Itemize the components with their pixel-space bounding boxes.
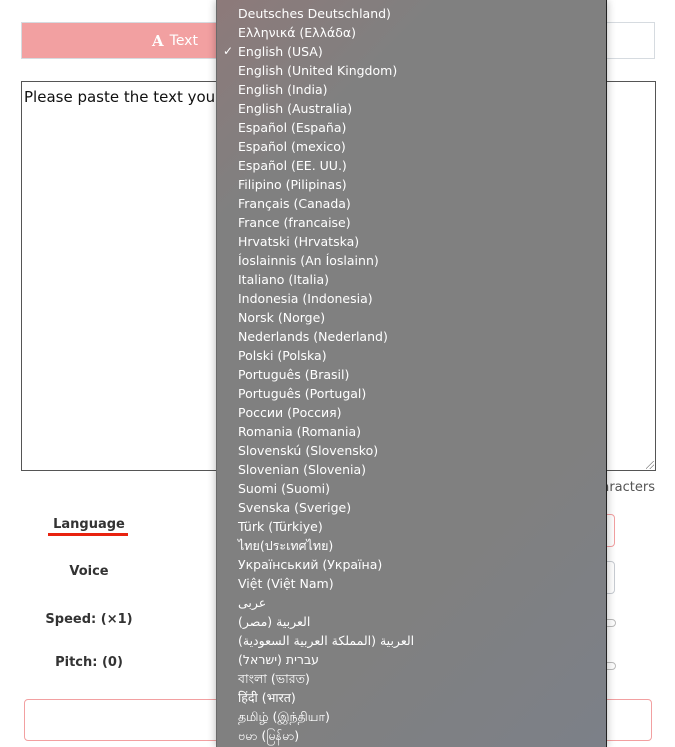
language-option[interactable]: عربى [217,593,606,612]
language-option[interactable]: ဗမာ (မြန်မာ) [217,726,606,745]
language-option-label: Hrvatski (Hrvatska) [238,234,360,249]
language-option[interactable]: Italiano (Italia) [217,270,606,289]
language-underline [48,533,128,536]
character-count: aracters [601,480,655,495]
language-option-label: English (Australia) [238,101,353,116]
checkmark-icon: ✓ [223,44,234,58]
language-option[interactable]: России (Россия) [217,403,606,422]
language-option[interactable]: English (United Kingdom) [217,61,606,80]
language-option[interactable]: Español (España) [217,118,606,137]
language-option[interactable]: Português (Brasil) [217,365,606,384]
language-option[interactable]: Ελληνικά (Ελλάδα) [217,23,606,42]
language-option[interactable]: Nederlands (Nederland) [217,327,606,346]
language-option[interactable]: ไทย(ประเทศไทย) [217,536,606,555]
language-option[interactable]: Norsk (Norge) [217,308,606,327]
language-option[interactable]: Indonesia (Indonesia) [217,289,606,308]
language-option[interactable]: Slovenian (Slovenia) [217,460,606,479]
text-icon: A [152,32,164,50]
language-option[interactable]: العربية (المملكة العربية السعودية) [217,631,606,650]
language-option-label: Deutsches Deutschland) [238,6,391,21]
language-option-label: हिंदी (भारत) [238,690,296,705]
pitch-label: Pitch: (0) [55,655,123,670]
language-option[interactable]: Íoslainnis (An Íoslainn) [217,251,606,270]
language-option[interactable]: Việt (Việt Nam) [217,574,606,593]
language-option-label: Filipino (Pilipinas) [238,177,347,192]
language-option-label: Svenska (Sverige) [238,500,352,515]
language-option[interactable]: Filipino (Pilipinas) [217,175,606,194]
language-option[interactable]: Romania (Romania) [217,422,606,441]
language-option-label: Slovenskú (Slovensko) [238,443,379,458]
language-option-label: English (India) [238,82,328,97]
language-option-label: العربية (مصر) [238,614,311,629]
language-option[interactable]: Suomi (Suomi) [217,479,606,498]
language-option[interactable]: English (Australia) [217,99,606,118]
language-option[interactable]: Slovenskú (Slovensko) [217,441,606,460]
language-option-label: Việt (Việt Nam) [238,576,334,591]
language-option[interactable]: العربية (مصر) [217,612,606,631]
language-option-label: Romania (Romania) [238,424,362,439]
text-input-placeholder: Please paste the text you w [24,88,233,106]
language-option-label: Français (Canada) [238,196,351,211]
language-option-label: Suomi (Suomi) [238,481,331,496]
language-option[interactable]: தமிழ் (இந்தியா) [217,707,606,726]
speed-label: Speed: (×1) [45,612,133,627]
language-option-label: عربى [238,595,267,610]
language-option[interactable]: Український (Україна) [217,555,606,574]
language-option[interactable]: Français (Canada) [217,194,606,213]
language-option[interactable]: Türk (Türkiye) [217,517,606,536]
language-option-label: Português (Portugal) [238,386,367,401]
tab-text-label: Text [169,33,198,49]
language-option-label: ไทย(ประเทศไทย) [238,538,334,553]
language-dropdown-menu[interactable]: Deutsches Deutschland) Ελληνικά (Ελλάδα) ✓… [216,0,607,747]
language-option-label: Український (Україна) [238,557,383,572]
language-option[interactable]: Polski (Polska) [217,346,606,365]
language-option[interactable]: France (francaise) [217,213,606,232]
language-option-label: தமிழ் (இந்தியா) [238,709,330,724]
language-option-label: Italiano (Italia) [238,272,330,287]
language-option-label: বাংলা (ভারত) [238,671,310,686]
language-option[interactable]: Español (mexico) [217,137,606,156]
language-option[interactable]: বাংলা (ভারত) [217,669,606,688]
language-option-label: English (United Kingdom) [238,63,398,78]
language-option-label: ဗမာ (မြန်မာ) [238,728,300,743]
voice-label: Voice [69,564,109,579]
language-option-label: English (USA) [238,44,323,59]
language-option-label: России (Россия) [238,405,342,420]
language-option-label: Türk (Türkiye) [238,519,323,534]
language-option-label: العربية (المملكة العربية السعودية) [238,633,415,648]
language-option[interactable]: עברית (ישראל) [217,650,606,669]
language-option-label: עברית (ישראל) [238,652,320,667]
language-option-label: Español (España) [238,120,347,135]
language-option[interactable]: ✓ English (USA) [217,42,606,61]
language-option-label: Íoslainnis (An Íoslainn) [238,253,379,268]
language-option-label: Português (Brasil) [238,367,350,382]
language-option[interactable]: Hrvatski (Hrvatska) [217,232,606,251]
language-option-label: Español (EE. UU.) [238,158,347,173]
language-option[interactable]: Deutsches Deutschland) [217,4,606,23]
resize-handle[interactable] [646,461,654,469]
language-option[interactable]: Português (Portugal) [217,384,606,403]
language-option-label: Polski (Polska) [238,348,327,363]
language-option[interactable]: Svenska (Sverige) [217,498,606,517]
language-option[interactable]: Español (EE. UU.) [217,156,606,175]
language-option-label: Español (mexico) [238,139,346,154]
language-label: Language [53,517,125,532]
language-option-label: Norsk (Norge) [238,310,326,325]
language-option-label: Nederlands (Nederland) [238,329,388,344]
language-option[interactable]: हिंदी (भारत) [217,688,606,707]
language-option[interactable]: English (India) [217,80,606,99]
language-option-label: Indonesia (Indonesia) [238,291,373,306]
language-option-label: France (francaise) [238,215,351,230]
language-option-label: Slovenian (Slovenia) [238,462,367,477]
language-option-label: Ελληνικά (Ελλάδα) [238,25,356,40]
